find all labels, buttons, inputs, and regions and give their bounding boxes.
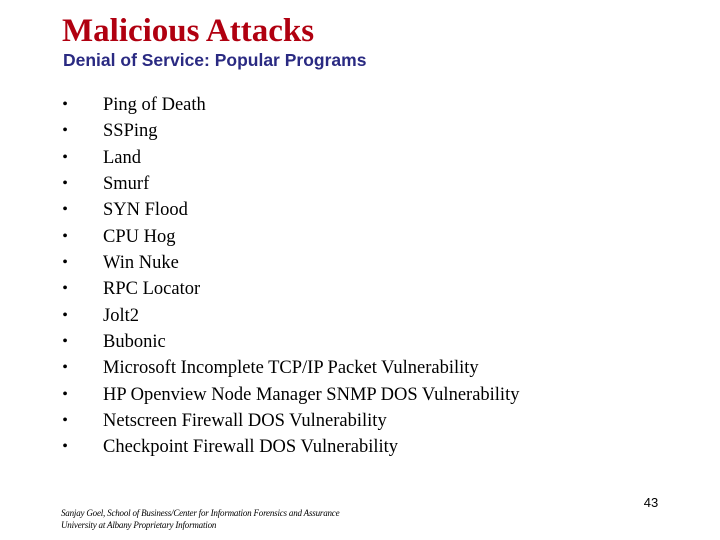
list-item-text: Bubonic [103,332,166,353]
list-item-text: HP Openview Node Manager SNMP DOS Vulner… [103,384,520,405]
list-item-text: Smurf [103,174,150,195]
list-item-text: SSPing [103,121,158,142]
slide-title: Malicious Attacks [62,13,315,49]
bullet-icon: • [62,227,68,245]
bullet-icon: • [62,438,68,456]
list-item-text: CPU Hog [103,226,176,247]
list-item-text: Checkpoint Firewall DOS Vulnerability [103,437,399,458]
list-item-text: Netscreen Firewall DOS Vulnerability [103,411,387,432]
list-item-text: Win Nuke [103,253,179,274]
bullet-icon: • [62,359,68,377]
slide-subtitle: Denial of Service: Popular Programs [63,50,367,70]
bullet-icon: • [62,333,68,351]
bullet-icon: • [62,412,68,430]
list-item-text: Jolt2 [103,305,139,326]
list-item-text: SYN Flood [103,200,188,221]
list-item-text: RPC Locator [103,279,201,300]
bullet-icon: • [62,122,68,140]
slide: Malicious Attacks Denial of Service: Pop… [0,0,720,540]
slide-footer: Sanjay Goel, School of Business/Center f… [61,507,340,531]
bullet-icon: • [62,201,68,219]
bullet-icon: • [62,148,68,166]
bullet-icon: • [62,280,68,298]
list-item-text: Land [103,147,142,168]
bullet-icon: • [62,385,68,403]
list-item-text: Microsoft Incomplete TCP/IP Packet Vulne… [103,358,479,379]
bullet-icon: • [62,306,68,324]
page-number: 43 [643,495,659,510]
footer-proprietary-line: University at Albany Proprietary Informa… [61,520,217,530]
footer-author-line: Sanjay Goel, School of Business/Center f… [61,508,340,518]
bullet-icon: • [62,175,68,193]
list-item-text: Ping of Death [103,95,206,115]
bullet-icon: • [62,254,68,272]
bullet-icon: • [62,96,68,113]
